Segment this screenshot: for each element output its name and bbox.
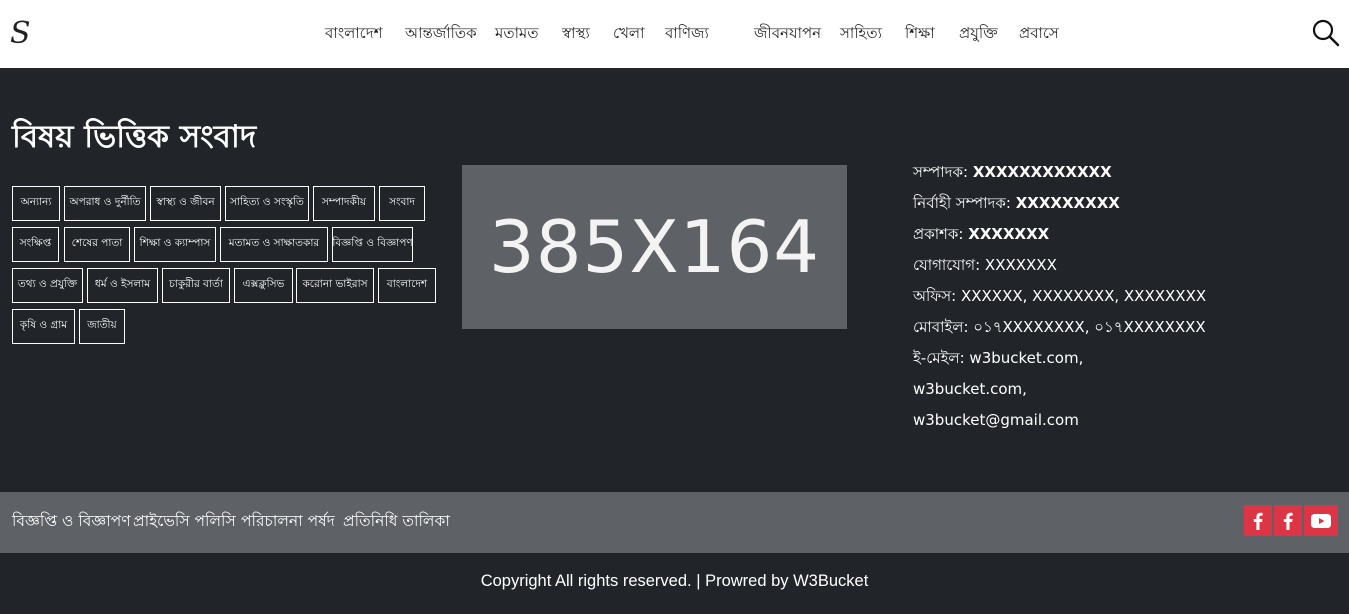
- search-icon: [1312, 19, 1340, 47]
- tag-item[interactable]: সংক্ষিপ্ত: [12, 227, 59, 262]
- tag-item[interactable]: বিজ্ঞপ্তি ও বিজ্ঞাপণ: [332, 227, 413, 262]
- logo[interactable]: S: [10, 18, 36, 50]
- search-button[interactable]: [1312, 19, 1340, 47]
- mobile-line: মোবাইল: ০১৭XXXXXXXX, ০১৭XXXXXXXX: [913, 318, 1206, 336]
- tag-item[interactable]: চাকুরীর বার্তা: [162, 268, 230, 303]
- tag-item[interactable]: সম্পাদকীয়: [313, 186, 375, 221]
- nav-item-health[interactable]: স্বাস্থ্য: [562, 22, 590, 44]
- tag-item[interactable]: এক্সক্লুসিভ: [234, 268, 293, 303]
- tag-item[interactable]: তথ্য ও প্রযুক্তি: [12, 268, 83, 303]
- nav-item-abroad[interactable]: প্রবাসে: [1019, 22, 1059, 44]
- tag-item[interactable]: কৃষি ও গ্রাম: [12, 309, 75, 344]
- footer-nav: বিজ্ঞপ্তি ও বিজ্ঞাপণ প্রাইভেসি পলিসি পরি…: [0, 492, 1349, 553]
- tag-item[interactable]: শেষের পাতা: [64, 227, 130, 262]
- tag-item[interactable]: অপরাধ ও দুর্নীতি: [64, 186, 146, 221]
- youtube-button[interactable]: [1304, 505, 1338, 536]
- footer-link-board[interactable]: পরিচালনা পর্ষদ: [241, 509, 335, 535]
- nav-item-literature[interactable]: সাহিত্য: [840, 22, 882, 44]
- nav-item-education[interactable]: শিক্ষা: [905, 22, 935, 44]
- exec-editor-line: নির্বাহী সম্পাদক: XXXXXXXXX: [913, 194, 1120, 212]
- nav-item-commerce[interactable]: বাণিজ্য: [665, 22, 709, 44]
- nav-item-opinion[interactable]: মতামত: [495, 22, 539, 44]
- placeholder-text: 385X164: [488, 205, 821, 289]
- footer-link-representatives[interactable]: প্রতিনিধি তালিকা: [343, 509, 450, 535]
- tag-item[interactable]: শিক্ষা ও ক্যাম্পাস: [134, 227, 216, 262]
- section-title: বিষয় ভিত্তিক সংবাদ: [12, 119, 257, 155]
- youtube-icon: [1311, 513, 1331, 528]
- email-line: ই-মেইল: w3bucket.com,: [913, 349, 1084, 367]
- nav-item-bangladesh[interactable]: বাংলাদেশ: [325, 22, 382, 44]
- tag-item[interactable]: সাহিত্য ও সংস্কৃতি: [225, 186, 309, 221]
- tag-item[interactable]: স্বাস্থ্য ও জীবন: [150, 186, 221, 221]
- tag-item[interactable]: বাংলাদেশ: [378, 268, 436, 303]
- nav-item-sports[interactable]: খেলা: [613, 22, 644, 44]
- publisher-line: প্রকাশক: XXXXXXX: [913, 225, 1050, 243]
- footer-link-ads[interactable]: বিজ্ঞপ্তি ও বিজ্ঞাপণ: [12, 509, 131, 535]
- tag-item[interactable]: অন্যান্য: [12, 186, 60, 221]
- tag-item[interactable]: জাতীয়: [79, 309, 125, 344]
- tag-item[interactable]: মতামত ও সাক্ষাতকার: [220, 227, 328, 262]
- facebook-button[interactable]: [1274, 505, 1302, 536]
- footer-link-privacy[interactable]: প্রাইভেসি পলিসি: [133, 509, 236, 535]
- tag-item[interactable]: করোনা ভাইরাস: [296, 268, 374, 303]
- email-line: w3bucket.com,: [913, 380, 1027, 398]
- tag-item[interactable]: সংবাদ: [379, 186, 425, 221]
- contact-info: সম্পাদক: XXXXXXXXXXXX নির্বাহী সম্পাদক: …: [913, 160, 1206, 439]
- office-line: অফিস: XXXXXX, XXXXXXXX, XXXXXXXX: [913, 287, 1207, 305]
- facebook-button[interactable]: [1244, 505, 1272, 536]
- nav-item-international[interactable]: আন্তর্জাতিক: [405, 22, 477, 44]
- top-header: S বাংলাদেশ আন্তর্জাতিক মতামত স্বাস্থ্য খ…: [0, 0, 1349, 68]
- facebook-icon: [1253, 512, 1263, 530]
- tag-item[interactable]: ধর্ম ও ইসলাম: [87, 268, 158, 303]
- facebook-icon: [1283, 512, 1293, 530]
- nav-item-lifestyle[interactable]: জীবনযাপন: [754, 22, 821, 44]
- email-line: w3bucket@gmail.com: [913, 411, 1079, 429]
- nav-item-technology[interactable]: প্রযুক্তি: [959, 22, 998, 44]
- ad-placeholder-image: 385X164: [462, 165, 847, 329]
- copyright-text: Copyright All rights reserved. | Prowred…: [480, 572, 869, 590]
- editor-line: সম্পাদক: XXXXXXXXXXXX: [913, 163, 1112, 181]
- contact-line: যোগাযোগ: XXXXXXX: [913, 256, 1057, 274]
